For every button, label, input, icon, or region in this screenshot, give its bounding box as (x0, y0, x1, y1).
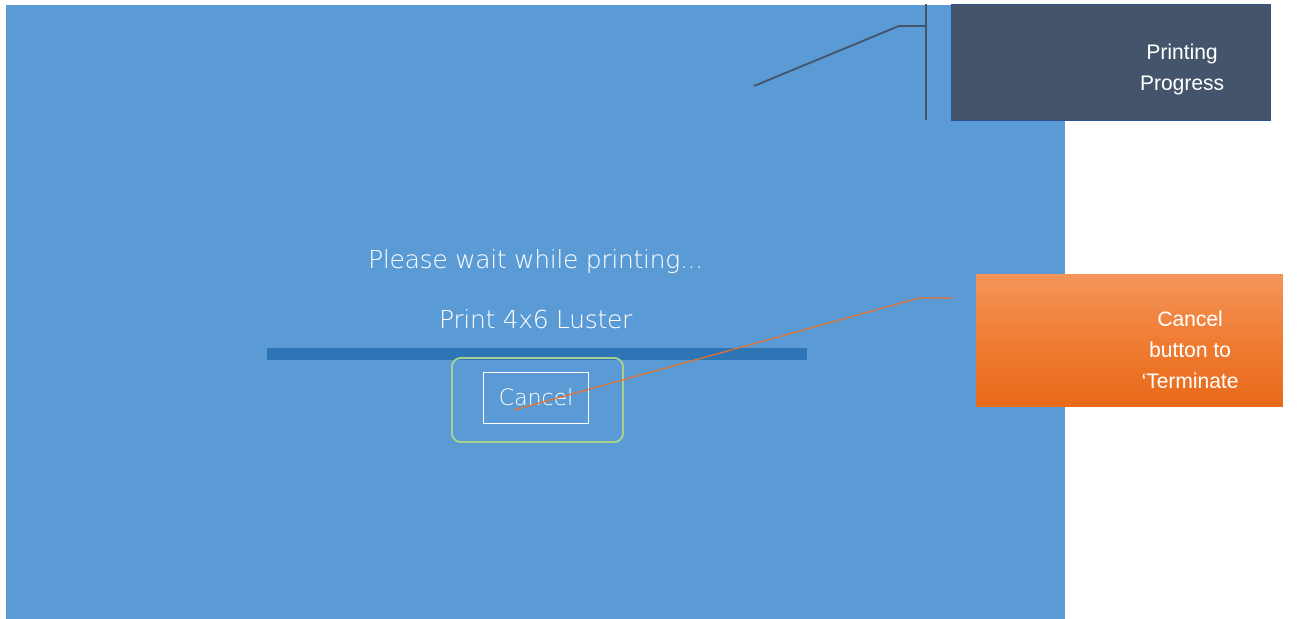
printing-progress-fill (267, 348, 807, 360)
callout-line: Printing (1146, 41, 1218, 64)
callout-line: Progress (1139, 72, 1225, 95)
callout-line: button to (1149, 339, 1231, 362)
printing-progress-bar (267, 348, 807, 360)
print-job-name: Print 4x6 Luster (438, 305, 633, 334)
callout-line: ‘Terminate (1141, 370, 1239, 393)
cancel-button-callout: Cancel button to ‘Terminate (976, 274, 1283, 407)
cancel-button[interactable]: Cancel (483, 372, 589, 424)
printing-progress-callout: Printing Progress (951, 4, 1271, 121)
printing-status-message: Please wait while printing... (368, 245, 703, 274)
callout-line: Cancel (1157, 308, 1223, 331)
print-progress-screen: Please wait while printing... Print 4x6 … (6, 5, 1065, 619)
